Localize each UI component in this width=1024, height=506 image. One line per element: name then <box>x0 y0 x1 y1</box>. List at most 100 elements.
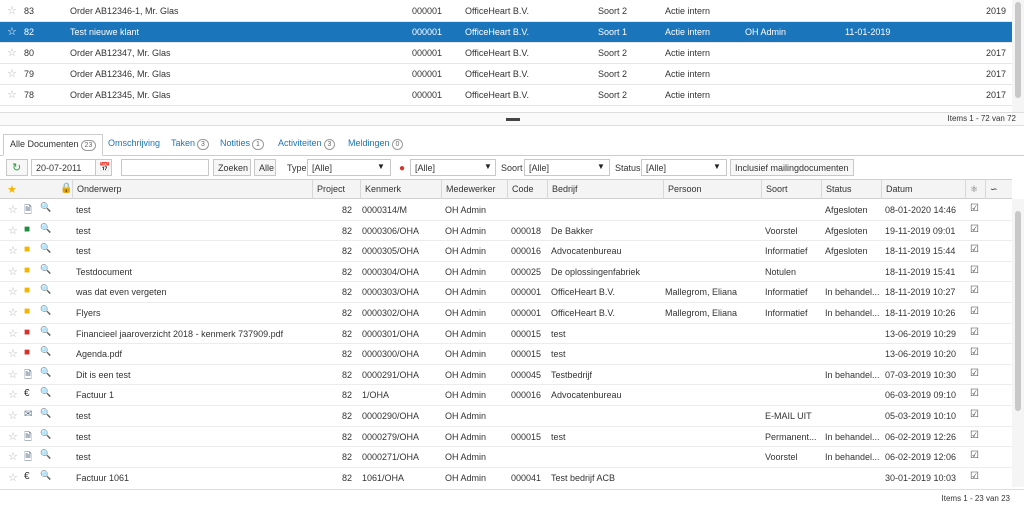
table-row[interactable]: ☆ 🗎 🔍 test 82 0000279/OHA OH Admin 000015 test Pe… <box>0 427 1012 448</box>
col-onderwerp[interactable]: Onderwerp <box>72 180 312 199</box>
scrollbar-thumb[interactable] <box>1015 2 1021 98</box>
table-row[interactable]: ☆ ■ 🔍 Flyers 82 0000302/OHA OH Admin 000001 Offi… <box>0 303 1012 324</box>
star-icon[interactable]: ☆ <box>8 430 18 443</box>
col-status[interactable]: Status <box>821 180 881 199</box>
star-icon[interactable]: ☆ <box>8 203 18 216</box>
search-icon[interactable]: 🔍 <box>40 470 51 481</box>
checkbox-icon[interactable]: ☑ <box>970 224 979 235</box>
calendar-icon[interactable]: 📅 <box>95 159 112 176</box>
star-icon[interactable]: ☆ <box>8 265 18 278</box>
pane-splitter[interactable] <box>0 112 1024 126</box>
search-icon[interactable]: 🔍 <box>40 223 51 234</box>
star-icon[interactable]: ☆ <box>8 368 18 381</box>
checkbox-icon[interactable]: ☑ <box>970 430 979 441</box>
tab-alle-documenten[interactable]: Alle Documenten 23 <box>3 134 104 156</box>
checkbox-icon[interactable]: ☑ <box>970 327 979 338</box>
table-row[interactable]: ☆ ■ 🔍 Testdocument 82 0000304/OHA OH Admin 0000… <box>0 262 1012 283</box>
star-icon[interactable]: ☆ <box>8 306 18 319</box>
refresh-icon[interactable]: ↻ <box>6 159 28 176</box>
date-field[interactable]: 20-07-2011 <box>31 159 97 176</box>
table-row[interactable]: ☆ € 🔍 Factuur 1 82 1/OHA OH Admin 000016 Advocat… <box>0 385 1012 406</box>
all-button[interactable]: Alle <box>254 159 276 176</box>
checkbox-icon[interactable]: ☑ <box>970 306 979 317</box>
splitter-grip[interactable] <box>506 118 520 121</box>
col-persoon[interactable]: Persoon <box>663 180 761 199</box>
top-table-row[interactable]: ☆ 82 Test nieuwe klant 000001 OfficeHeart B.… <box>0 22 1012 43</box>
grid-scrollbar[interactable] <box>1012 199 1024 487</box>
search-icon[interactable]: 🔍 <box>40 367 51 378</box>
checkbox-icon[interactable]: ☑ <box>970 265 979 276</box>
search-icon[interactable]: 🔍 <box>40 387 51 398</box>
star-icon[interactable]: ☆ <box>8 347 18 360</box>
scribble-icon[interactable]: ∽ <box>985 180 1012 199</box>
top-table-row[interactable]: ☆ 79 Order AB12346, Mr. Glas 000001 OfficeHe… <box>0 64 1012 85</box>
checkbox-icon[interactable]: ☑ <box>970 285 979 296</box>
chevron-down-icon[interactable]: ▼ <box>484 162 492 171</box>
signature-icon[interactable]: ⚛ <box>965 180 985 199</box>
col-medewerker[interactable]: Medewerker <box>441 180 507 199</box>
top-table-row[interactable]: ☆ 80 Order AB12347, Mr. Glas 000001 OfficeHe… <box>0 43 1012 64</box>
table-row[interactable]: ☆ ✉ 🔍 test 82 0000290/OHA OH Admin E-MAIL UIT 05… <box>0 406 1012 427</box>
star-icon[interactable]: ☆ <box>8 471 18 484</box>
star-icon[interactable]: ☆ <box>8 327 18 340</box>
chevron-down-icon[interactable]: ▼ <box>597 162 605 171</box>
tab-omschrijving[interactable]: Omschrijving <box>108 138 160 148</box>
checkbox-icon[interactable]: ☑ <box>970 347 979 358</box>
search-icon[interactable]: 🔍 <box>40 243 51 254</box>
star-icon[interactable]: ☆ <box>7 4 17 17</box>
checkbox-icon[interactable]: ☑ <box>970 368 979 379</box>
tab-activiteiten[interactable]: Activiteiten 3 <box>278 138 336 150</box>
search-icon[interactable]: 🔍 <box>40 264 51 275</box>
col-code[interactable]: Code <box>507 180 547 199</box>
checkbox-icon[interactable]: ☑ <box>970 409 979 420</box>
scrollbar-thumb[interactable] <box>1015 211 1021 411</box>
search-button[interactable]: Zoeken <box>213 159 251 176</box>
table-row[interactable]: ☆ 🗎 🔍 Dit is een test 82 0000291/OHA OH Admin 0… <box>0 365 1012 386</box>
star-icon[interactable]: ☆ <box>7 46 17 59</box>
checkbox-icon[interactable]: ☑ <box>970 471 979 482</box>
table-row[interactable]: ☆ € 🔍 Factuur 1061 82 1061/OHA OH Admin 000041 T… <box>0 468 1012 487</box>
table-row[interactable]: ☆ ■ 🔍 test 82 0000305/OHA OH Admin 000016 Advoca… <box>0 241 1012 262</box>
search-icon[interactable]: 🔍 <box>40 284 51 295</box>
star-icon[interactable]: ☆ <box>8 388 18 401</box>
checkbox-icon[interactable]: ☑ <box>970 203 979 214</box>
chevron-down-icon[interactable]: ▼ <box>713 162 721 171</box>
search-icon[interactable]: 🔍 <box>40 305 51 316</box>
search-icon[interactable]: 🔍 <box>40 326 51 337</box>
search-input[interactable] <box>121 159 209 176</box>
top-table-row[interactable]: ☆ 78 Order AB12345, Mr. Glas 000001 OfficeHe… <box>0 85 1012 106</box>
star-icon[interactable]: ☆ <box>8 224 18 237</box>
mailing-button[interactable]: Inclusief mailingdocumenten <box>730 159 854 176</box>
table-row[interactable]: ☆ ■ 🔍 Financieel jaaroverzicht 2018 - kenme… <box>0 324 1012 345</box>
tab-meldingen[interactable]: Meldingen 0 <box>348 138 404 150</box>
star-icon[interactable]: ☆ <box>8 244 18 257</box>
chevron-down-icon[interactable]: ▼ <box>377 162 385 171</box>
table-row[interactable]: ☆ ■ 🔍 was dat even vergeten 82 0000303/OHA OH … <box>0 282 1012 303</box>
table-row[interactable]: ☆ 🗎 🔍 test 82 0000271/OHA OH Admin Voorstel In b… <box>0 447 1012 468</box>
table-row[interactable]: ☆ 🗎 🔍 test 82 0000314/M OH Admin Afgesloten 08-0… <box>0 200 1012 221</box>
col-project[interactable]: Project <box>312 180 360 199</box>
star-icon[interactable]: ☆ <box>7 25 17 38</box>
star-icon[interactable]: ☆ <box>8 285 18 298</box>
checkbox-icon[interactable]: ☑ <box>970 388 979 399</box>
checkbox-icon[interactable]: ☑ <box>970 450 979 461</box>
top-grid-scrollbar[interactable] <box>1012 0 1024 112</box>
checkbox-icon[interactable]: ☑ <box>970 244 979 255</box>
search-icon[interactable]: 🔍 <box>40 408 51 419</box>
top-table-row[interactable]: ☆ 83 Order AB12346-1, Mr. Glas 000001 Office… <box>0 1 1012 22</box>
table-row[interactable]: ☆ ■ 🔍 test 82 0000306/OHA OH Admin 000018 De Bak… <box>0 221 1012 242</box>
col-soort[interactable]: Soort <box>761 180 821 199</box>
star-icon[interactable]: ☆ <box>8 409 18 422</box>
star-icon[interactable]: ☆ <box>7 67 17 80</box>
tab-notities[interactable]: Notities 1 <box>220 138 264 150</box>
star-icon[interactable]: ★ <box>7 183 17 196</box>
search-icon[interactable]: 🔍 <box>40 449 51 460</box>
star-icon[interactable]: ☆ <box>7 88 17 101</box>
table-row[interactable]: ☆ ■ 🔍 Agenda.pdf 82 0000300/OHA OH Admin 000015… <box>0 344 1012 365</box>
star-icon[interactable]: ☆ <box>8 450 18 463</box>
search-icon[interactable]: 🔍 <box>40 346 51 357</box>
col-datum[interactable]: Datum <box>881 180 965 199</box>
col-kenmerk[interactable]: Kenmerk <box>360 180 441 199</box>
col-bedrijf[interactable]: Bedrijf <box>547 180 663 199</box>
tab-taken[interactable]: Taken 3 <box>171 138 209 150</box>
